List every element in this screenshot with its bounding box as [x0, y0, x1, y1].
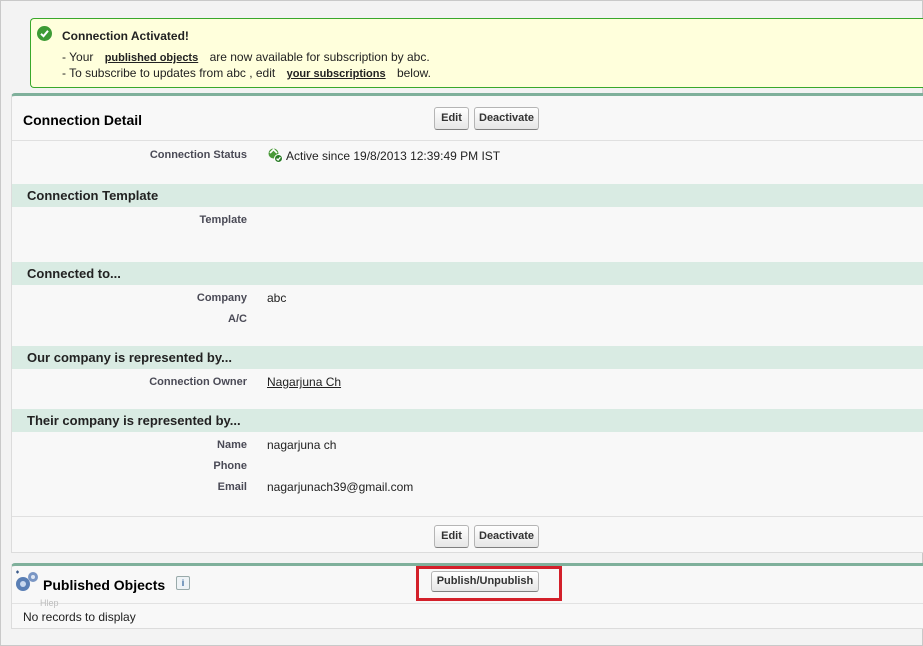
- published-objects-icon: [14, 569, 40, 595]
- header-divider: [12, 140, 923, 141]
- highlight-box: [416, 566, 562, 601]
- message-line-1-prefix: - Your: [62, 50, 94, 64]
- edit-button[interactable]: Edit: [434, 107, 469, 130]
- your-subscriptions-link[interactable]: your subscriptions: [287, 68, 386, 80]
- deactivate-button-bottom[interactable]: Deactivate: [474, 525, 539, 548]
- section-their-company: Their company is represented by...: [12, 409, 923, 432]
- company-label: Company: [196, 292, 247, 304]
- connection-detail-title: Connection Detail: [23, 112, 143, 128]
- connection-detail-panel: Connection Detail Edit Deactivate Connec…: [11, 93, 923, 553]
- check-icon: [37, 26, 52, 41]
- footer-divider: [12, 516, 923, 517]
- page-frame: Connection Activated! - Your published o…: [0, 0, 923, 646]
- template-label: Template: [199, 214, 247, 226]
- message-line-2-prefix: - To subscribe to updates from abc , edi…: [62, 66, 276, 80]
- section-connected-to: Connected to...: [12, 262, 923, 285]
- active-status-icon: [267, 147, 283, 163]
- connection-status-label: Connection Status: [149, 149, 247, 161]
- no-records-text: No records to display: [23, 610, 136, 624]
- section-connection-template: Connection Template: [12, 184, 923, 207]
- help-icon[interactable]: i: [176, 576, 190, 590]
- message-line-1: - Your published objects are now availab…: [62, 50, 430, 64]
- edit-button-bottom[interactable]: Edit: [434, 525, 469, 548]
- email-value: nagarjunach39@gmail.com: [267, 480, 414, 494]
- company-value: abc: [267, 291, 287, 305]
- connection-owner-link[interactable]: Nagarjuna Ch: [267, 375, 341, 389]
- confirmation-message: Connection Activated! - Your published o…: [30, 18, 923, 88]
- published-objects-title: Published Objects: [43, 577, 166, 593]
- ac-label: A/C: [228, 313, 247, 325]
- phone-label: Phone: [213, 460, 247, 472]
- deactivate-button[interactable]: Deactivate: [474, 107, 539, 130]
- email-label: Email: [217, 481, 247, 493]
- connection-status-text: Active since 19/8/2013 12:39:49 PM IST: [286, 149, 501, 163]
- message-title: Connection Activated!: [62, 29, 189, 43]
- connection-status-value: Active since 19/8/2013 12:39:49 PM IST: [267, 147, 500, 163]
- message-line-2: - To subscribe to updates from abc , edi…: [62, 66, 431, 80]
- message-line-1-suffix: are now available for subscription by ab…: [209, 50, 430, 64]
- message-line-2-suffix: below.: [396, 66, 431, 80]
- section-our-company: Our company is represented by...: [12, 346, 923, 369]
- published-objects-link[interactable]: published objects: [105, 52, 199, 64]
- name-value: nagarjuna ch: [267, 438, 337, 452]
- connection-owner-label: Connection Owner: [149, 376, 247, 388]
- help-tooltip-ghost: Hlep: [40, 598, 59, 608]
- name-label: Name: [217, 439, 247, 451]
- published-divider: [12, 603, 923, 604]
